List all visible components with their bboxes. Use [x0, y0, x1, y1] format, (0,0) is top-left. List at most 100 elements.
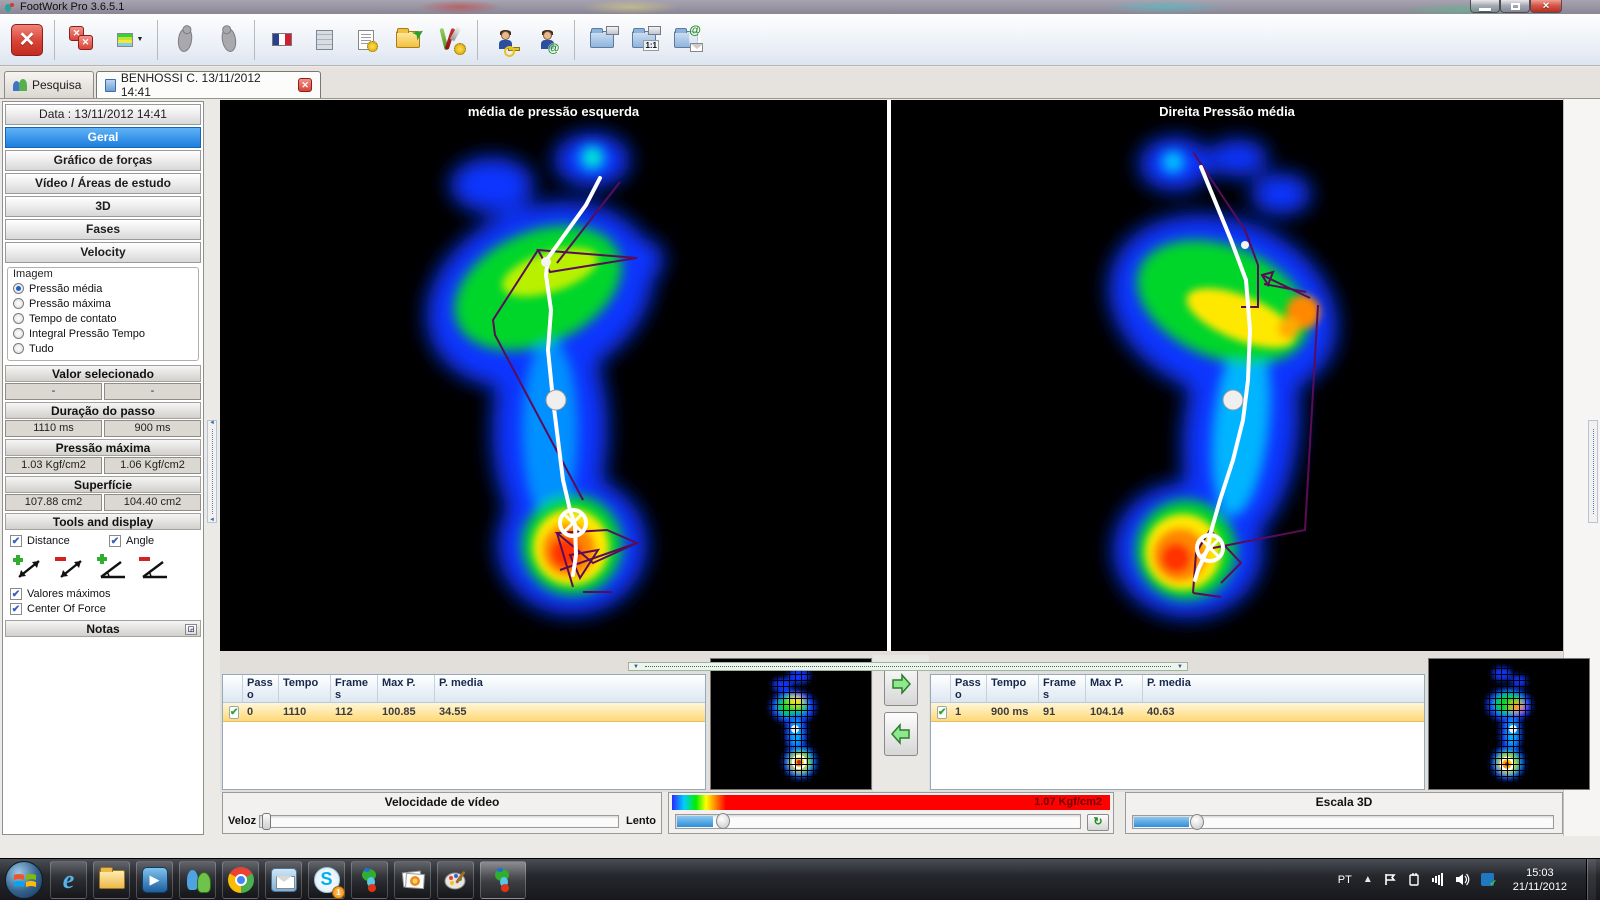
taskbar-messenger-button[interactable]	[179, 861, 216, 899]
right-splitter[interactable]	[1588, 420, 1598, 523]
imagem-groupbox: Imagem Pressão média Pressão máxima Temp…	[7, 267, 199, 361]
close-exams-button[interactable]: ✕ ✕	[63, 18, 107, 62]
power-plug-icon[interactable]	[1408, 873, 1421, 886]
action-center-flag-icon[interactable]	[1384, 873, 1397, 886]
duracao-right-value: 900 ms	[104, 420, 201, 437]
table-row[interactable]: ✔ 0 1110 112 100.85 34.55	[223, 703, 705, 722]
open-exam-button[interactable]: ➤	[389, 18, 427, 62]
valores-maximos-checkbox[interactable]: ✔Valores máximos	[10, 586, 202, 601]
radio-pressao-maxima[interactable]: Pressão máxima	[13, 296, 193, 311]
system-tray: PT ▲ 15:03 21/11/2012	[1338, 859, 1600, 900]
angle-checkbox[interactable]: ✔Angle	[109, 533, 202, 548]
tab-exam[interactable]: BENHOSSI C. 13/11/2012 14:41 ✕	[96, 71, 321, 98]
network-signal-icon[interactable]	[1432, 873, 1444, 886]
maximize-button[interactable]	[1500, 0, 1530, 13]
taskbar-mediaplayer-button[interactable]: ▶	[136, 861, 173, 899]
taskbar-footwork-active-button[interactable]	[480, 861, 526, 899]
notas-textarea[interactable]	[4, 638, 202, 828]
remove-distance-button[interactable]	[52, 552, 88, 582]
horizontal-splitter[interactable]: ▼ ▼	[628, 662, 1188, 671]
foot-compare-right-button[interactable]	[208, 18, 246, 62]
pressure-scale-panel: 1.07 Kgf/cm2 ↻	[668, 792, 1114, 834]
sidebar-item-grafico-forcas[interactable]: Gráfico de forças	[5, 150, 201, 171]
close-button[interactable]: ✕	[1530, 0, 1562, 13]
slider-thumb[interactable]	[716, 813, 730, 829]
add-distance-button[interactable]	[10, 552, 46, 582]
patient-key-button[interactable]	[486, 18, 524, 62]
start-orb-icon[interactable]	[5, 861, 43, 899]
legend-button[interactable]: ▼	[111, 18, 149, 62]
add-angle-button[interactable]	[94, 552, 130, 582]
language-button[interactable]	[263, 18, 301, 62]
row-checkbox[interactable]: ✔	[229, 706, 239, 719]
veloz-label: Veloz	[228, 815, 256, 827]
escala-3d-title: Escala 3D	[1126, 793, 1562, 811]
pressure-scale-slider[interactable]	[675, 814, 1081, 829]
left-foot-panel[interactable]: média de pressão esquerda	[220, 100, 887, 651]
right-foot-thumbnail[interactable]	[1428, 658, 1590, 790]
taskbar-livemail-button[interactable]	[265, 861, 302, 899]
tray-clock[interactable]: 15:03 21/11/2012	[1505, 866, 1575, 894]
taskbar-explorer-button[interactable]	[93, 861, 130, 899]
sidebar-item-fases[interactable]: Fases	[5, 219, 201, 240]
media-player-icon: ▶	[142, 867, 168, 893]
tab-pesquisa[interactable]: Pesquisa	[4, 71, 94, 98]
exit-button[interactable]: ✕	[8, 18, 46, 62]
sidebar-item-geral[interactable]: Geral	[5, 127, 201, 148]
send-mail-button[interactable]: @	[667, 18, 705, 62]
radio-integral-pressao[interactable]: Integral Pressão Tempo	[13, 326, 193, 341]
left-foot-thumbnail[interactable]	[710, 658, 872, 790]
prev-step-button[interactable]	[884, 712, 918, 756]
taskbar-photoviewer-button[interactable]	[394, 861, 431, 899]
green-right-arrow-icon	[889, 672, 913, 696]
video-speed-title: Velocidade de vídeo	[223, 793, 661, 811]
dropbox-icon[interactable]	[1481, 873, 1494, 886]
print-one-to-one-button[interactable]: 1:1	[625, 18, 663, 62]
hidden-icons-arrow-icon[interactable]: ▲	[1363, 874, 1373, 885]
patient-key-icon	[499, 31, 512, 49]
minimize-button[interactable]	[1470, 0, 1500, 13]
center-of-force-checkbox[interactable]: ✔Center Of Force	[10, 601, 202, 616]
pressao-right-value: 1.06 Kgf/cm2	[104, 457, 201, 474]
language-indicator[interactable]: PT	[1338, 874, 1352, 886]
slider-fill	[677, 816, 713, 827]
report-button[interactable]	[305, 18, 343, 62]
remove-angle-button[interactable]	[136, 552, 172, 582]
tools-settings-button[interactable]	[431, 18, 469, 62]
sidebar-item-velocity[interactable]: Velocity	[5, 242, 201, 263]
add-distance-icon	[11, 553, 45, 581]
show-desktop-button[interactable]	[1586, 859, 1596, 900]
row-checkbox[interactable]: ✔	[937, 706, 947, 719]
notas-expand-icon[interactable]: ◲	[185, 624, 197, 635]
taskbar-footwork-button[interactable]	[351, 861, 388, 899]
exam-notes-button[interactable]	[347, 18, 385, 62]
escala-3d-slider[interactable]	[1132, 815, 1554, 829]
distance-checkbox[interactable]: ✔Distance	[10, 533, 103, 548]
refresh-scale-button[interactable]: ↻	[1087, 814, 1109, 831]
radio-tudo[interactable]: Tudo	[13, 341, 193, 356]
sidebar-item-video-areas[interactable]: Vídeo / Áreas de estudo	[5, 173, 201, 194]
taskbar-skype-button[interactable]: S 1	[308, 861, 345, 899]
right-foot-panel[interactable]: Direita Pressão média	[891, 100, 1563, 651]
radio-tempo-contato[interactable]: Tempo de contato	[13, 311, 193, 326]
legend-dropdown-arrow-icon[interactable]: ▼	[137, 36, 144, 43]
video-speed-slider[interactable]	[259, 815, 619, 828]
table-row[interactable]: ✔ 1 900 ms 91 104.14 40.63	[931, 703, 1424, 722]
patient-mail-button[interactable]: @	[528, 18, 566, 62]
radio-icon	[13, 283, 24, 294]
col-passo: Passo	[243, 675, 279, 702]
taskbar-chrome-button[interactable]	[222, 861, 259, 899]
tools-display-header: Tools and display	[5, 513, 201, 530]
checkbox-icon: ✔	[10, 603, 22, 615]
slider-thumb[interactable]	[1190, 814, 1204, 830]
volume-icon[interactable]	[1455, 873, 1470, 886]
taskbar-ie-button[interactable]: e	[50, 861, 87, 899]
radio-pressao-media[interactable]: Pressão média	[13, 281, 193, 296]
taskbar-paint-button[interactable]	[437, 861, 474, 899]
print-button[interactable]	[583, 18, 621, 62]
sidebar-splitter[interactable]: ◄◄	[207, 420, 217, 523]
tab-close-icon[interactable]: ✕	[298, 78, 312, 92]
sidebar-item-3d[interactable]: 3D	[5, 196, 201, 217]
foot-compare-left-button[interactable]	[166, 18, 204, 62]
slider-thumb[interactable]	[262, 813, 271, 830]
